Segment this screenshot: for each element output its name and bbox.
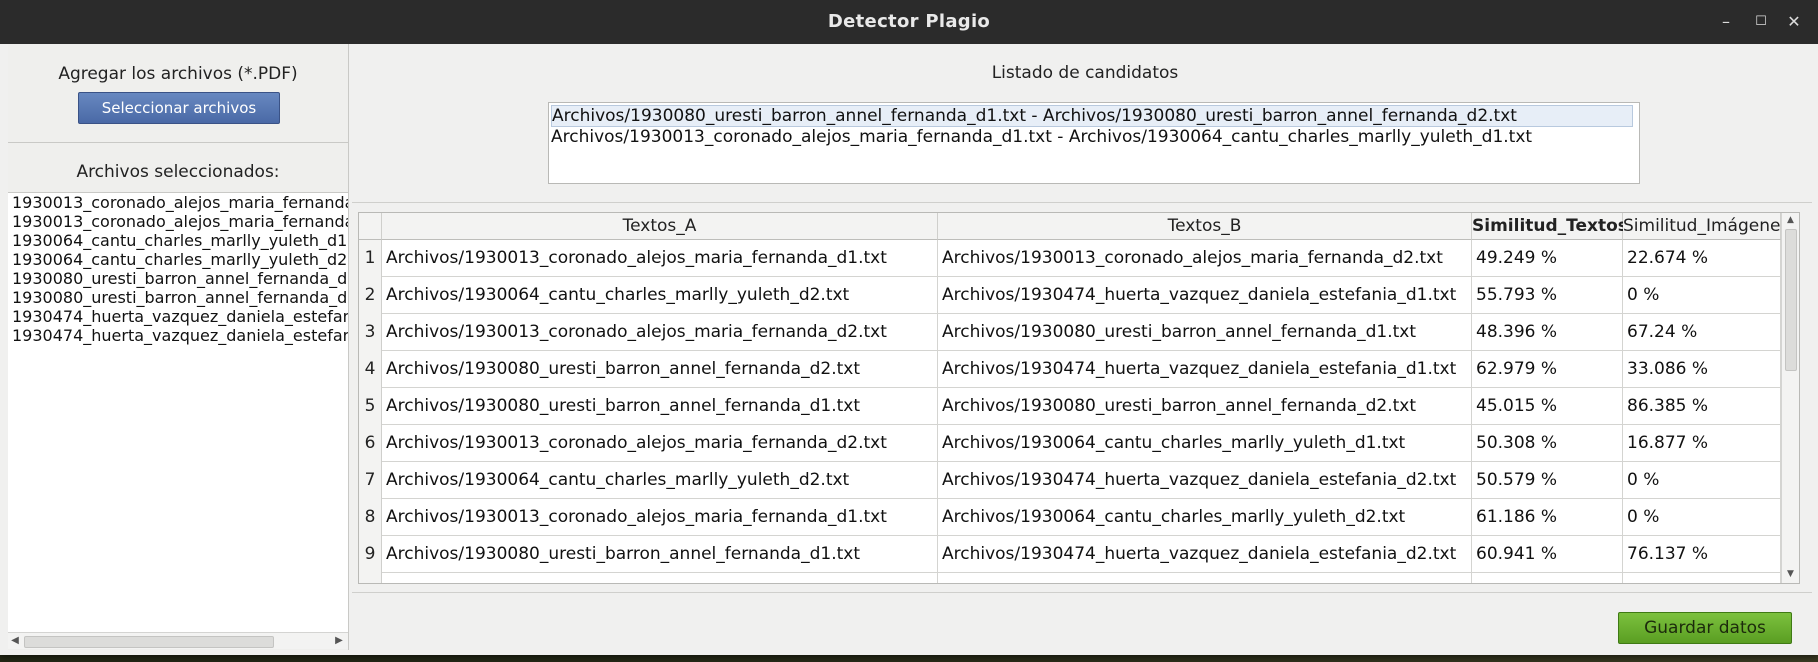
table-cell[interactable]: 0 %: [1623, 462, 1781, 499]
row-header[interactable]: 9: [359, 536, 382, 574]
candidates-list[interactable]: Archivos/1930080_uresti_barron_annel_fer…: [548, 102, 1640, 184]
row-header[interactable]: 6: [359, 425, 382, 463]
table-cell[interactable]: Archivos/1930080_uresti_barron_annel_fer…: [382, 351, 938, 388]
save-data-button[interactable]: Guardar datos: [1618, 612, 1792, 644]
table-cell[interactable]: 76.137 %: [1623, 536, 1781, 573]
row-header[interactable]: 2: [359, 277, 382, 315]
column-header-similitud-textos[interactable]: Similitud_Textos: [1472, 213, 1628, 240]
vertical-scrollbar[interactable]: ▲ ▼: [1781, 213, 1799, 583]
divider: [352, 592, 1812, 593]
list-item[interactable]: 1930474_huerta_vazquez_daniela_estefania…: [12, 326, 348, 345]
row-header[interactable]: 1: [359, 240, 382, 278]
table-cell[interactable]: Archivos/1930474_huerta_vazquez_daniela_…: [938, 462, 1472, 499]
table-cell[interactable]: 50.308 %: [1472, 425, 1623, 462]
list-item[interactable]: Archivos/1930013_coronado_alejos_maria_f…: [551, 127, 1631, 147]
corner-header: [359, 213, 382, 240]
table-cell[interactable]: 48.396 %: [1472, 314, 1623, 351]
table-cell[interactable]: Archivos/1930064_cantu_charles_marlly_yu…: [938, 425, 1472, 462]
table-cell[interactable]: 22.674 %: [1623, 240, 1781, 277]
table-cell[interactable]: Archivos/1930064_cantu_charles_marlly_yu…: [938, 499, 1472, 536]
results-table[interactable]: Textos_A Textos_B Similitud_Textos Simil…: [358, 212, 1800, 584]
table-cell[interactable]: [1623, 573, 1781, 583]
table-cell[interactable]: Archivos/1930013_coronado_alejos_maria_f…: [382, 425, 938, 462]
close-icon[interactable]: ✕: [1784, 12, 1804, 32]
row-header[interactable]: 4: [359, 351, 382, 389]
table-cell[interactable]: [382, 573, 938, 583]
table-cell[interactable]: 49.249 %: [1472, 240, 1623, 277]
title-bar[interactable]: Detector Plagio – ☐ ✕: [0, 0, 1818, 44]
add-files-label: Agregar los archivos (*.PDF): [58, 64, 298, 84]
minimize-icon[interactable]: –: [1716, 12, 1736, 32]
selected-files-label: Archivos seleccionados:: [76, 162, 280, 182]
table-cell[interactable]: [1472, 573, 1623, 583]
column-header-textos-b[interactable]: Textos_B: [938, 213, 1472, 240]
select-files-button[interactable]: Seleccionar archivos: [78, 92, 280, 124]
list-item[interactable]: 1930080_uresti_barron_annel_fernanda_d2.…: [12, 288, 348, 307]
table-cell[interactable]: Archivos/1930474_huerta_vazquez_daniela_…: [938, 351, 1472, 388]
table-cell[interactable]: Archivos/1930064_cantu_charles_marlly_yu…: [382, 462, 938, 499]
row-header[interactable]: 8: [359, 499, 382, 537]
window-title: Detector Plagio: [827, 11, 991, 32]
horizontal-scrollbar[interactable]: ◀ ▶: [8, 632, 348, 649]
table-cell[interactable]: [938, 573, 1472, 583]
list-item[interactable]: 1930013_coronado_alejos_maria_fernanda_d…: [12, 212, 348, 231]
scrollbar-thumb[interactable]: [1785, 229, 1797, 371]
list-item[interactable]: 1930474_huerta_vazquez_daniela_estefania…: [12, 307, 348, 326]
divider: [352, 202, 1812, 203]
table-cell[interactable]: Archivos/1930064_cantu_charles_marlly_yu…: [382, 277, 938, 314]
selected-files-list[interactable]: 1930013_coronado_alejos_maria_fernanda_d…: [8, 192, 348, 633]
scroll-right-icon[interactable]: ▶: [332, 633, 346, 649]
table-cell[interactable]: 61.186 %: [1472, 499, 1623, 536]
divider: [8, 142, 348, 143]
table-cell[interactable]: Archivos/1930474_huerta_vazquez_daniela_…: [938, 277, 1472, 314]
candidates-title: Listado de candidatos: [991, 63, 1179, 83]
app-window: Detector Plagio – ☐ ✕ Agregar los archiv…: [0, 0, 1818, 655]
scroll-up-icon[interactable]: ▲: [1782, 213, 1799, 227]
row-header[interactable]: 7: [359, 462, 382, 500]
table-cell[interactable]: 50.579 %: [1472, 462, 1623, 499]
table-cell[interactable]: 33.086 %: [1623, 351, 1781, 388]
table-cell[interactable]: 55.793 %: [1472, 277, 1623, 314]
table-cell[interactable]: Archivos/1930013_coronado_alejos_maria_f…: [938, 240, 1472, 277]
table-cell[interactable]: 62.979 %: [1472, 351, 1623, 388]
list-item[interactable]: 1930080_uresti_barron_annel_fernanda_d1.…: [12, 269, 348, 288]
table-cell[interactable]: Archivos/1930080_uresti_barron_annel_fer…: [382, 388, 938, 425]
table-cell[interactable]: 0 %: [1623, 499, 1781, 536]
scrollbar-thumb[interactable]: [24, 636, 274, 648]
table-cell[interactable]: Archivos/1930474_huerta_vazquez_daniela_…: [938, 536, 1472, 573]
table-cell[interactable]: Archivos/1930080_uresti_barron_annel_fer…: [938, 314, 1472, 351]
list-item[interactable]: 1930064_cantu_charles_marlly_yuleth_d1.t…: [12, 231, 348, 250]
table-cell[interactable]: Archivos/1930080_uresti_barron_annel_fer…: [382, 536, 938, 573]
column-header-similitud-imagenes[interactable]: Similitud_Imágenes: [1623, 213, 1789, 240]
list-item[interactable]: Archivos/1930080_uresti_barron_annel_fer…: [551, 105, 1633, 127]
list-item[interactable]: 1930013_coronado_alejos_maria_fernanda_d…: [12, 193, 348, 212]
maximize-icon[interactable]: ☐: [1751, 12, 1771, 32]
column-header-textos-a[interactable]: Textos_A: [382, 213, 938, 240]
row-header[interactable]: 5: [359, 388, 382, 426]
row-header[interactable]: 3: [359, 314, 382, 352]
list-item[interactable]: 1930064_cantu_charles_marlly_yuleth_d2.t…: [12, 250, 348, 269]
row-header[interactable]: [359, 573, 382, 583]
table-cell[interactable]: 45.015 %: [1472, 388, 1623, 425]
table-cell[interactable]: Archivos/1930013_coronado_alejos_maria_f…: [382, 240, 938, 277]
table-cell[interactable]: 86.385 %: [1623, 388, 1781, 425]
table-cell[interactable]: 0 %: [1623, 277, 1781, 314]
table-cell[interactable]: 67.24 %: [1623, 314, 1781, 351]
table-cell[interactable]: Archivos/1930013_coronado_alejos_maria_f…: [382, 499, 938, 536]
table-cell[interactable]: Archivos/1930013_coronado_alejos_maria_f…: [382, 314, 938, 351]
table-cell[interactable]: Archivos/1930080_uresti_barron_annel_fer…: [938, 388, 1472, 425]
table-cell[interactable]: 16.877 %: [1623, 425, 1781, 462]
scroll-down-icon[interactable]: ▼: [1782, 567, 1799, 581]
scroll-left-icon[interactable]: ◀: [8, 633, 22, 649]
table-cell[interactable]: 60.941 %: [1472, 536, 1623, 573]
left-panel: Agregar los archivos (*.PDF) Seleccionar…: [8, 44, 349, 650]
